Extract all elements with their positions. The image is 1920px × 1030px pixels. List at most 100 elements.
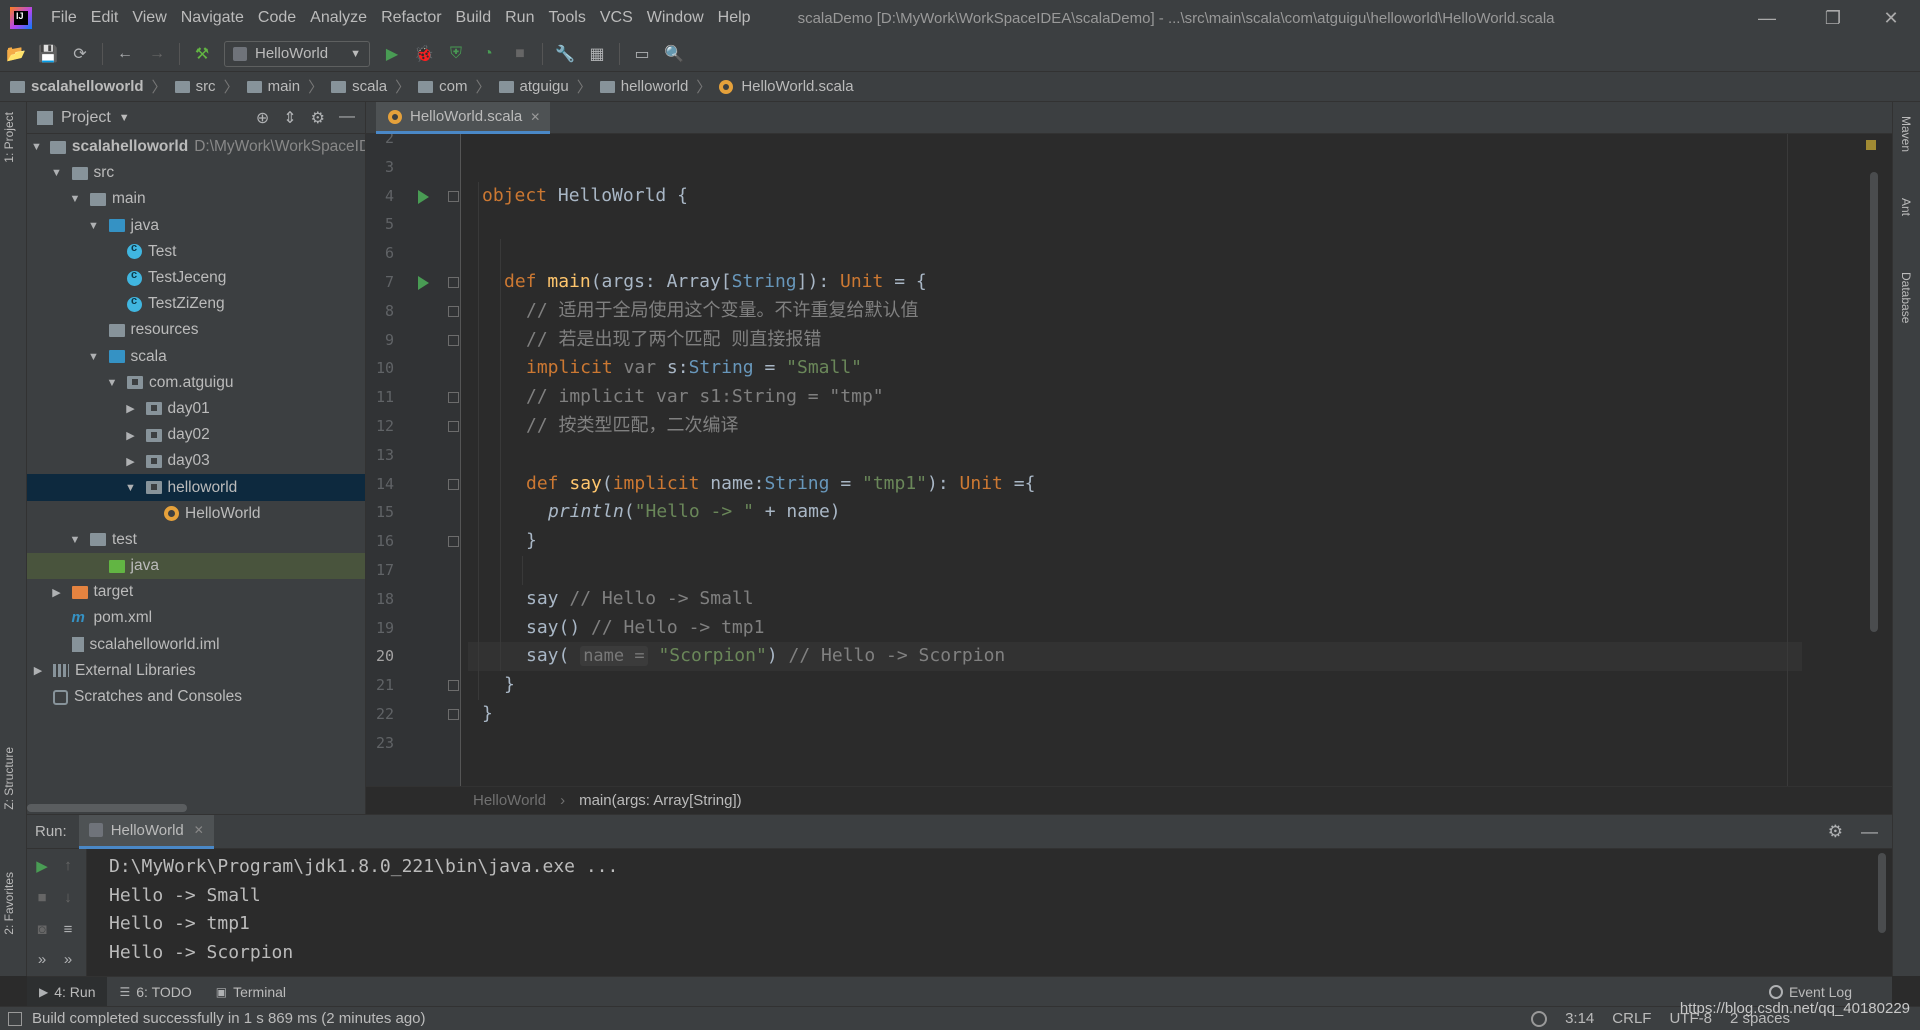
breadcrumb-object[interactable]: HelloWorld <box>473 792 546 809</box>
tree-node[interactable]: m pom.xml <box>27 605 365 631</box>
tab-structure-tool[interactable]: Z: Structure <box>2 747 16 810</box>
fold-icon[interactable] <box>448 305 459 317</box>
gear-icon[interactable]: ⚙ <box>1828 815 1843 849</box>
code-line[interactable]: // 适用于全局使用这个变量。不许重复给默认值 <box>468 297 1802 326</box>
code-line[interactable]: } <box>468 527 1802 556</box>
tree-node[interactable]: ▼ scalahelloworld D:\MyWork\WorkSpaceIDEA <box>27 134 365 160</box>
menu-vcs[interactable]: VCS <box>593 0 640 36</box>
tab-database-tool[interactable]: Database <box>1899 272 1913 323</box>
forward-icon[interactable]: → <box>145 42 169 66</box>
more-actions-icon[interactable]: » <box>59 951 77 969</box>
camera-icon[interactable]: ◙ <box>33 921 51 939</box>
tree-node[interactable]: ▶ day02 <box>27 422 365 448</box>
minimize-button[interactable]: — <box>1742 0 1792 36</box>
chevron-right-icon[interactable]: ▶ <box>124 455 138 468</box>
fold-icon[interactable] <box>448 277 459 288</box>
tab-maven-tool[interactable]: Maven <box>1899 116 1913 152</box>
tree-node[interactable]: Scratches and Consoles <box>27 684 365 710</box>
restore-button[interactable]: ❐ <box>1808 0 1858 36</box>
fold-icon[interactable] <box>448 478 459 490</box>
chevron-down-icon[interactable]: ▼ <box>68 193 82 205</box>
back-icon[interactable]: ← <box>113 42 137 66</box>
tree-node[interactable]: java <box>27 553 365 580</box>
toggle-tool-windows-icon[interactable] <box>8 1011 22 1026</box>
tab-run-tool[interactable]: ▶ 4: Run <box>27 976 108 1007</box>
project-structure-icon[interactable]: ▦ <box>585 42 609 66</box>
nav-crumb[interactable]: HelloWorld.scala <box>719 78 854 95</box>
code-line[interactable]: // implicit var s1:String = "tmp" <box>468 383 1802 412</box>
gutter-line[interactable]: 20 <box>366 642 461 671</box>
settings-wrench-icon[interactable]: 🔧 <box>553 42 577 66</box>
gutter-line[interactable]: 18 <box>366 585 461 614</box>
code-line[interactable]: def main(args: Array[String]): Unit = { <box>468 268 1802 297</box>
tree-node[interactable]: ▶ day03 <box>27 448 365 474</box>
gutter-line[interactable]: 9 <box>366 326 461 355</box>
save-all-icon[interactable]: 💾 <box>36 42 60 66</box>
code-line[interactable] <box>468 729 1802 758</box>
chevron-right-icon[interactable]: ▶ <box>124 402 138 415</box>
tree-node[interactable]: Test <box>27 239 365 265</box>
hide-panel-icon[interactable]: — <box>339 108 355 128</box>
code-editor[interactable]: 2 3 4 5 6 7 8 9 10 11 12 13 14 15 16 17 18 19 20 21 22 23 obj… <box>366 134 1892 786</box>
menu-tools[interactable]: Tools <box>541 0 592 36</box>
code-line[interactable]: say // Hello -> Small <box>468 585 1802 614</box>
gutter-line[interactable]: 22 <box>366 700 461 729</box>
caret-position[interactable]: 3:14 <box>1565 1010 1594 1027</box>
code-line[interactable]: println("Hello -> " + name) <box>468 498 1802 527</box>
nav-crumb[interactable]: scala 〉 <box>331 76 418 97</box>
code-line[interactable] <box>468 210 1802 239</box>
tree-node[interactable]: HelloWorld <box>27 501 365 527</box>
tab-run-helloworld[interactable]: HelloWorld ✕ <box>78 814 214 849</box>
chevron-down-icon[interactable]: ▼ <box>124 482 138 494</box>
tab-project-tool[interactable]: 1: Project <box>2 112 16 163</box>
line-separator[interactable]: CRLF <box>1612 1010 1651 1027</box>
gear-icon[interactable]: ⚙ <box>311 108 325 128</box>
gutter-line[interactable]: 10 <box>366 354 461 383</box>
code-line[interactable] <box>468 441 1802 470</box>
nav-crumb[interactable]: src 〉 <box>174 76 247 97</box>
build-hammer-icon[interactable]: ⚒ <box>190 42 214 66</box>
nav-crumb[interactable]: com 〉 <box>418 76 498 97</box>
tree-node[interactable]: ▼ test <box>27 527 365 553</box>
breadcrumb-method[interactable]: main(args: Array[String]) <box>579 792 742 809</box>
gutter-line[interactable]: 15 <box>366 498 461 527</box>
fold-icon[interactable] <box>448 680 459 692</box>
code-line[interactable]: } <box>468 700 1802 729</box>
code-line[interactable]: def say(implicit name:String = "tmp1"): … <box>468 470 1802 499</box>
menu-run[interactable]: Run <box>498 0 541 36</box>
locate-file-icon[interactable]: ⊕ <box>256 108 269 128</box>
project-horizontal-scrollbar[interactable] <box>27 804 187 812</box>
code-line[interactable]: say() // Hello -> tmp1 <box>468 614 1802 643</box>
nav-crumb[interactable]: atguigu 〉 <box>498 76 600 97</box>
gutter-line[interactable]: 7 <box>366 268 461 297</box>
tree-node[interactable]: ▶ External Libraries <box>27 658 365 684</box>
menu-file[interactable]: File <box>44 0 84 36</box>
tree-node[interactable]: ▼ main <box>27 186 365 212</box>
chevron-down-icon[interactable]: ▼ <box>105 377 119 389</box>
profile-icon[interactable]: ◔ <box>476 42 500 66</box>
menu-code[interactable]: Code <box>251 0 303 36</box>
console-vertical-scrollbar[interactable] <box>1878 853 1886 933</box>
tab-favorites-tool[interactable]: 2: Favorites <box>2 872 16 935</box>
chevron-right-icon[interactable]: ▶ <box>50 586 64 599</box>
run-gutter-icon[interactable] <box>418 276 429 290</box>
tree-node[interactable]: ▼ src <box>27 160 365 186</box>
gutter-line[interactable]: 6 <box>366 239 461 268</box>
tree-node[interactable]: ▼ java <box>27 213 365 239</box>
run-gutter-icon[interactable] <box>418 189 429 204</box>
synchronize-icon[interactable]: ⟳ <box>68 42 92 66</box>
fold-icon[interactable] <box>448 421 459 432</box>
debug-icon[interactable]: 🐞 <box>412 42 436 66</box>
search-icon[interactable]: 🔍 <box>662 42 686 66</box>
more-actions-icon[interactable]: » <box>33 951 51 969</box>
tree-node[interactable]: scalahelloworld.iml <box>27 632 365 658</box>
menu-edit[interactable]: Edit <box>84 0 126 36</box>
fold-icon[interactable] <box>448 709 459 720</box>
code-line[interactable]: say( name = "Scorpion") // Hello -> Scor… <box>468 642 1802 672</box>
menu-view[interactable]: View <box>125 0 173 36</box>
menu-build[interactable]: Build <box>449 0 499 36</box>
gutter-line[interactable]: 2 <box>366 134 461 153</box>
chevron-down-icon[interactable]: ▼ <box>87 351 101 363</box>
scroll-down-icon[interactable]: ↓ <box>59 889 77 907</box>
tab-terminal-tool[interactable]: ▣ Terminal <box>204 977 298 1007</box>
